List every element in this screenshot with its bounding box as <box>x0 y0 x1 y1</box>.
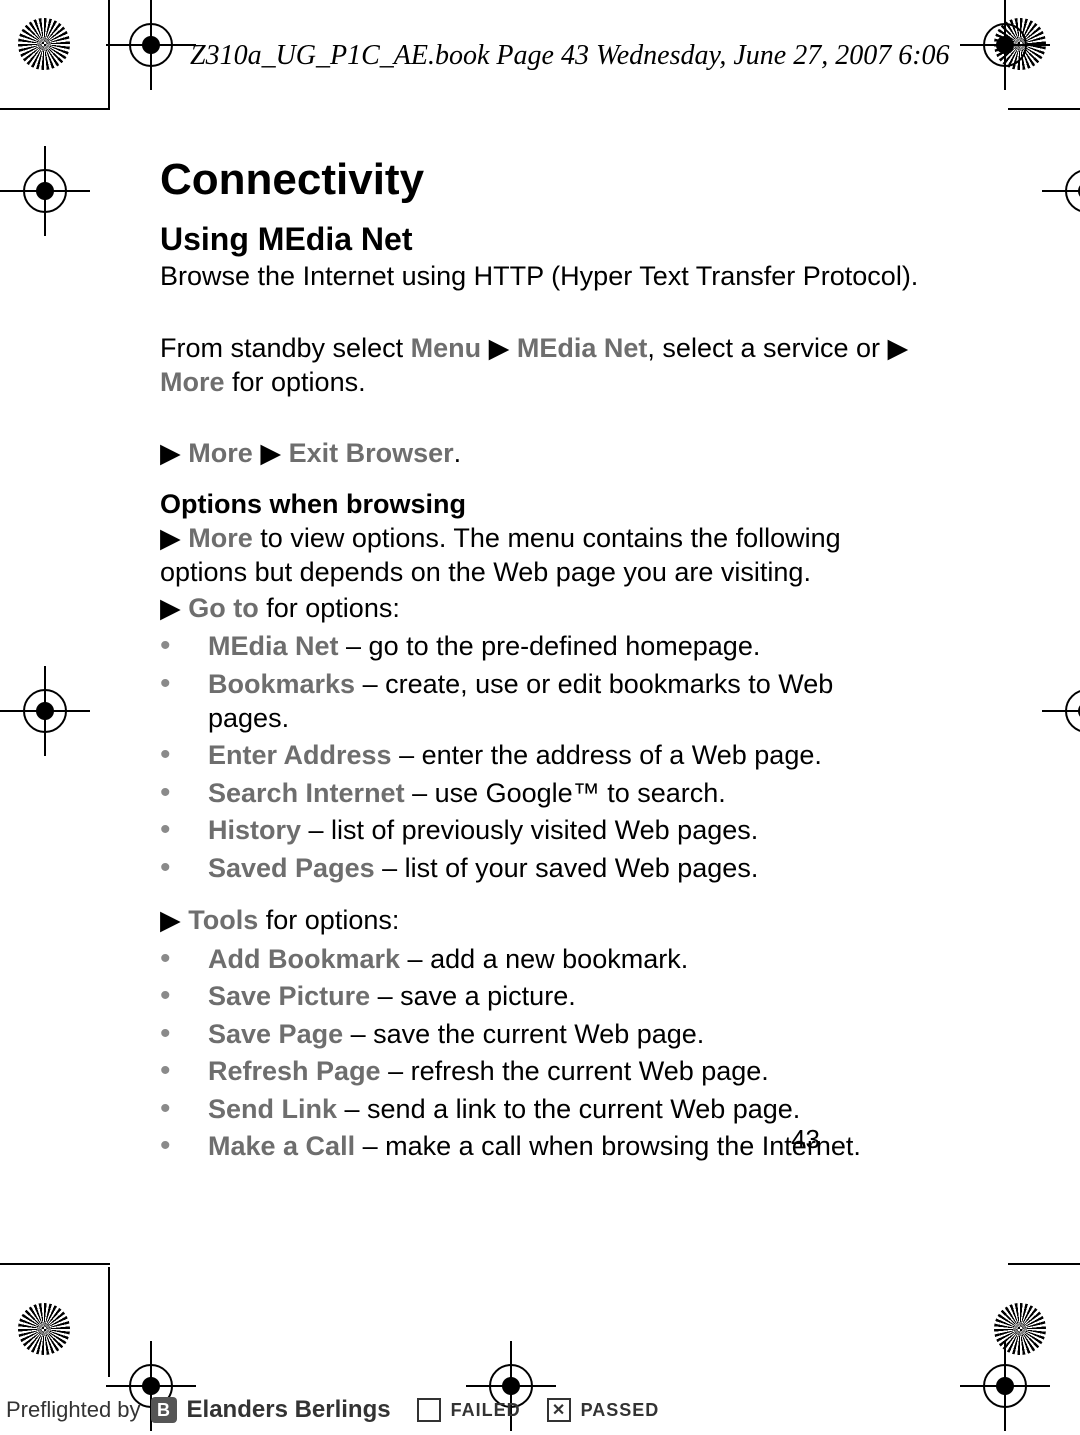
list-item: Save Page – save the current Web page. <box>160 1015 920 1053</box>
crop-line <box>108 0 110 110</box>
crop-line <box>0 1263 110 1265</box>
preflight-by: Preflighted by <box>6 1397 141 1423</box>
triangle-right-icon: ▶ <box>160 437 181 471</box>
text: . <box>454 438 462 468</box>
reg-ball-icon <box>994 1303 1046 1355</box>
crop-line <box>1008 108 1080 110</box>
tools-line: ▶ Tools for options: <box>160 904 920 938</box>
option-label: MEdia Net <box>208 631 339 661</box>
option-desc: – refresh the current Web page. <box>381 1056 769 1086</box>
options-intro: ▶ More to view options. The menu contain… <box>160 522 920 590</box>
passed-checkbox-icon: ✕ <box>547 1398 571 1422</box>
option-label: Save Picture <box>208 981 370 1011</box>
intro-text: Browse the Internet using HTTP (Hyper Te… <box>160 260 920 294</box>
option-desc: – send a link to the current Web page. <box>337 1094 800 1124</box>
text: From standby select <box>160 333 411 363</box>
option-desc: – add a new bookmark. <box>400 944 688 974</box>
text: for options: <box>259 593 400 623</box>
menu-label: Tools <box>188 905 258 935</box>
menu-label: Exit Browser <box>289 438 454 468</box>
reg-ball-icon <box>18 1303 70 1355</box>
list-item: Send Link – send a link to the current W… <box>160 1090 920 1128</box>
triangle-right-icon: ▶ <box>160 592 181 626</box>
option-desc: – list of your saved Web pages. <box>375 853 759 883</box>
option-desc: – use Google™ to search. <box>405 778 726 808</box>
option-label: History <box>208 815 301 845</box>
menu-label: More <box>160 367 225 397</box>
option-desc: – make a call when browsing the Internet… <box>355 1131 861 1161</box>
list-item: Bookmarks – create, use or edit bookmark… <box>160 665 920 736</box>
option-label: Enter Address <box>208 740 392 770</box>
passed-label: PASSED <box>581 1400 660 1421</box>
menu-label: Menu <box>411 333 482 363</box>
option-label: Refresh Page <box>208 1056 381 1086</box>
list-item: Add Bookmark – add a new bookmark. <box>160 940 920 978</box>
text: to view options. The menu contains the f… <box>160 523 841 587</box>
triangle-right-icon: ▶ <box>160 904 181 938</box>
list-item: Enter Address – enter the address of a W… <box>160 736 920 774</box>
failed-label: FAILED <box>451 1400 521 1421</box>
nav-instruction: From standby select Menu ▶ MEdia Net, se… <box>160 332 920 400</box>
preflight-footer: Preflighted by B Elanders Berlings FAILE… <box>0 1385 659 1435</box>
crop-line <box>108 1267 110 1377</box>
goto-options-list: MEdia Net – go to the pre-defined homepa… <box>160 627 920 886</box>
text: for options: <box>258 905 399 935</box>
crop-line <box>1008 1263 1080 1265</box>
option-desc: – save the current Web page. <box>343 1019 704 1049</box>
page-number: 43 <box>791 1124 820 1155</box>
crop-line <box>0 108 110 110</box>
menu-label: Go to <box>188 593 258 623</box>
option-label: Search Internet <box>208 778 405 808</box>
option-desc: – list of previously visited Web pages. <box>301 815 758 845</box>
list-item: History – list of previously visited Web… <box>160 811 920 849</box>
failed-checkbox-icon <box>417 1398 441 1422</box>
option-label: Save Page <box>208 1019 343 1049</box>
options-heading: Options when browsing <box>160 489 920 520</box>
list-item: Save Picture – save a picture. <box>160 977 920 1015</box>
page-content: Connectivity Using MEdia Net Browse the … <box>160 155 920 1183</box>
text: for options. <box>225 367 366 397</box>
option-label: Add Bookmark <box>208 944 400 974</box>
section-title: Using MEdia Net <box>160 221 920 258</box>
option-label: Saved Pages <box>208 853 375 883</box>
brand-logo-icon: B <box>151 1397 177 1423</box>
menu-label: MEdia Net <box>517 333 648 363</box>
exit-instruction: ▶ More ▶ Exit Browser. <box>160 437 920 471</box>
doc-header: Z310a_UG_P1C_AE.book Page 43 Wednesday, … <box>190 40 950 72</box>
triangle-right-icon: ▶ <box>160 522 181 556</box>
option-label: Make a Call <box>208 1131 355 1161</box>
option-label: Bookmarks <box>208 669 355 699</box>
text: , select a service or <box>647 333 887 363</box>
list-item: Search Internet – use Google™ to search. <box>160 774 920 812</box>
list-item: MEdia Net – go to the pre-defined homepa… <box>160 627 920 665</box>
reg-ball-icon <box>18 18 70 70</box>
list-item: Refresh Page – refresh the current Web p… <box>160 1052 920 1090</box>
list-item: Saved Pages – list of your saved Web pag… <box>160 849 920 887</box>
arrow-right-icon: ▶ <box>260 437 281 471</box>
brand-name: Elanders Berlings <box>187 1396 391 1424</box>
page-title: Connectivity <box>160 155 920 205</box>
triangle-right-icon: ▶ <box>888 332 909 366</box>
goto-line: ▶ Go to for options: <box>160 592 920 626</box>
arrow-right-icon: ▶ <box>489 332 510 366</box>
option-desc: – go to the pre-defined homepage. <box>339 631 761 661</box>
menu-label: More <box>188 438 253 468</box>
option-desc: – enter the address of a Web page. <box>392 740 822 770</box>
option-desc: – save a picture. <box>370 981 576 1011</box>
option-label: Send Link <box>208 1094 337 1124</box>
menu-label: More <box>188 523 253 553</box>
